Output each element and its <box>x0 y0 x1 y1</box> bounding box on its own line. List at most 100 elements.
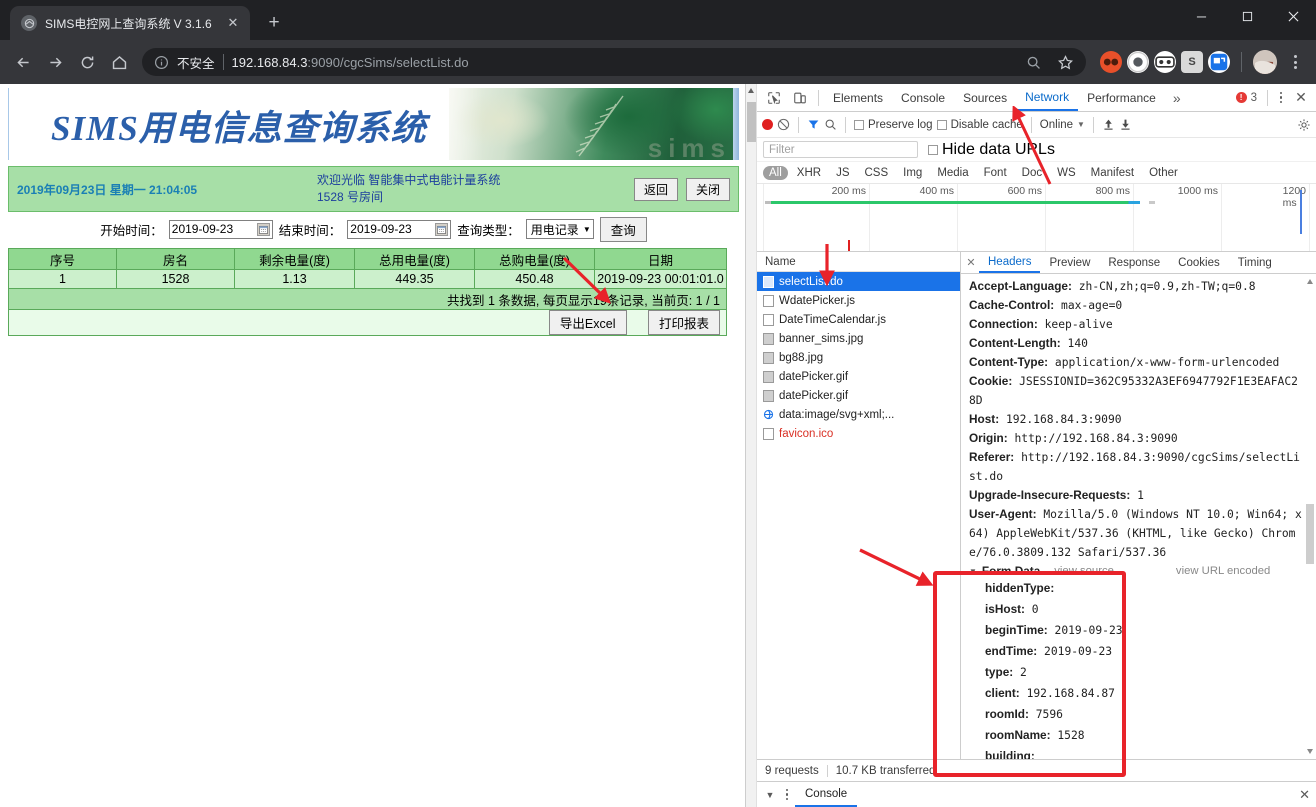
error-badge[interactable]: ! 3 <box>1235 92 1263 104</box>
site-info-icon[interactable] <box>154 55 169 70</box>
scroll-up-icon-detail[interactable] <box>1307 279 1313 284</box>
request-row-bg88[interactable]: bg88.jpg <box>757 348 960 367</box>
tab-response[interactable]: Response <box>1099 252 1169 273</box>
type-filter-other[interactable]: Other <box>1143 166 1184 180</box>
form-data-header[interactable]: ▼ Form Data view source view URL encoded <box>969 564 1302 578</box>
search-requests-icon[interactable] <box>824 118 837 131</box>
detail-scrollbar[interactable] <box>1305 274 1315 759</box>
scroll-thumb-detail[interactable] <box>1306 504 1314 564</box>
request-row-datauri[interactable]: data:image/svg+xml;... <box>757 405 960 424</box>
type-filter-css[interactable]: CSS <box>858 166 894 180</box>
request-row-datepicker-2[interactable]: datePicker.gif <box>757 386 960 405</box>
forward-icon[interactable] <box>40 47 70 77</box>
scroll-thumb[interactable] <box>747 102 756 142</box>
extension-goggles-icon[interactable] <box>1154 51 1176 73</box>
view-url-encoded-link[interactable]: view URL encoded <box>1176 565 1270 577</box>
type-filter-ws[interactable]: WS <box>1051 166 1082 180</box>
tab-title: SIMS电控网上查询系统 V 3.1.6 <box>45 16 212 31</box>
detail-close-icon[interactable]: ✕ <box>963 253 979 273</box>
home-icon[interactable] <box>104 47 134 77</box>
drawer-close-icon[interactable]: ✕ <box>1299 787 1310 803</box>
type-filter-img[interactable]: Img <box>897 166 928 180</box>
query-button[interactable]: 查询 <box>599 216 647 242</box>
filter-input[interactable]: Filter <box>763 141 918 158</box>
clear-icon[interactable] <box>777 118 790 131</box>
query-form: 开始时间： 2019-09-23 结束时间： 2019-09-23 查询类型： … <box>8 212 739 246</box>
export-excel-button[interactable]: 导出Excel <box>548 310 627 335</box>
overview-marker-blue <box>1300 190 1302 234</box>
devtools-close-icon[interactable]: ✕ <box>1290 87 1312 109</box>
tab-preview[interactable]: Preview <box>1040 252 1099 273</box>
extension-s-icon[interactable]: S <box>1181 51 1203 73</box>
preserve-log-checkbox[interactable]: Preserve log <box>854 119 933 131</box>
begin-time-input[interactable]: 2019-09-23 <box>168 219 273 239</box>
type-filter-font[interactable]: Font <box>978 166 1013 180</box>
query-type-select[interactable]: 用电记录 ▼ <box>525 219 594 239</box>
extension-red-icon[interactable] <box>1100 51 1122 73</box>
tab-console[interactable]: Console <box>892 84 954 111</box>
header-value: 140 <box>1067 337 1088 350</box>
new-tab-button[interactable]: + <box>260 9 288 37</box>
inspect-element-icon[interactable] <box>761 86 787 110</box>
device-toolbar-icon[interactable] <box>787 86 813 110</box>
filter-icon[interactable] <box>807 118 820 131</box>
view-source-link[interactable]: view source <box>1054 565 1114 577</box>
maximize-icon[interactable] <box>1224 0 1270 32</box>
calendar-icon[interactable] <box>256 222 270 236</box>
scroll-down-icon-detail[interactable] <box>1307 749 1313 754</box>
drawer-toggle-icon[interactable]: ▼ <box>761 784 779 806</box>
devtools-scrollbar[interactable] <box>746 84 757 807</box>
address-bar[interactable]: 不安全 192.168.84.3:9090/cgcSims/selectList… <box>142 48 1086 76</box>
type-filter-manifest[interactable]: Manifest <box>1085 166 1140 180</box>
type-filter-media[interactable]: Media <box>931 166 974 180</box>
chevron-down-icon-formdata[interactable]: ▼ <box>969 567 977 576</box>
close-window-button[interactable]: 关闭 <box>685 177 730 201</box>
reload-icon[interactable] <box>72 47 102 77</box>
close-icon[interactable] <box>1270 0 1316 32</box>
drawer-menu-icon[interactable] <box>779 784 795 806</box>
back-button[interactable]: 返回 <box>633 177 678 201</box>
type-filter-all[interactable]: All <box>763 165 788 180</box>
tab-timing[interactable]: Timing <box>1229 252 1281 273</box>
tab-headers[interactable]: Headers <box>979 252 1041 273</box>
end-time-input[interactable]: 2019-09-23 <box>347 219 452 239</box>
extension-record-icon[interactable] <box>1127 51 1149 73</box>
record-icon[interactable] <box>762 119 773 130</box>
network-overview[interactable]: 200 ms 400 ms 600 ms 800 ms 1000 ms 1200… <box>757 184 1316 252</box>
tab-network[interactable]: Network <box>1016 84 1079 111</box>
export-har-icon[interactable] <box>1119 118 1132 131</box>
type-filter-doc[interactable]: Doc <box>1016 166 1048 180</box>
devtools-menu-icon[interactable] <box>1272 87 1290 109</box>
request-row-selectlist[interactable]: selectList.do <box>757 272 960 291</box>
calendar-icon-2[interactable] <box>435 222 449 236</box>
bookmark-star-icon[interactable] <box>1050 47 1080 77</box>
browser-tab[interactable]: SIMS电控网上查询系统 V 3.1.6 ✕ <box>10 6 250 40</box>
search-icon[interactable] <box>1018 47 1048 77</box>
minimize-icon[interactable] <box>1178 0 1224 32</box>
disable-cache-checkbox[interactable]: Disable cache <box>936 119 1023 131</box>
tab-sources[interactable]: Sources <box>954 84 1016 111</box>
back-icon[interactable] <box>8 47 38 77</box>
type-filter-xhr[interactable]: XHR <box>791 166 827 180</box>
tab-cookies[interactable]: Cookies <box>1169 252 1229 273</box>
tab-performance[interactable]: Performance <box>1078 84 1165 111</box>
import-har-icon[interactable] <box>1102 118 1115 131</box>
tab-close-icon[interactable]: ✕ <box>224 14 242 32</box>
scroll-up-icon[interactable] <box>748 88 754 93</box>
drawer-tab-console[interactable]: Console <box>795 782 858 807</box>
request-row-wdatepicker[interactable]: WdatePicker.js <box>757 291 960 310</box>
more-tabs-icon[interactable]: » <box>1165 90 1189 106</box>
gear-icon[interactable] <box>1297 118 1311 132</box>
throttle-select[interactable]: Online ▼ <box>1040 119 1085 131</box>
request-row-datepicker-1[interactable]: datePicker.gif <box>757 367 960 386</box>
request-row-banner[interactable]: banner_sims.jpg <box>757 329 960 348</box>
hide-data-urls-checkbox[interactable]: Hide data URLs <box>928 141 1055 159</box>
request-row-favicon[interactable]: favicon.ico <box>757 424 960 443</box>
avatar[interactable] <box>1253 50 1277 74</box>
type-filter-js[interactable]: JS <box>830 166 855 180</box>
request-row-datetimecalendar[interactable]: DateTimeCalendar.js <box>757 310 960 329</box>
tab-elements[interactable]: Elements <box>824 84 892 111</box>
print-report-button[interactable]: 打印报表 <box>647 310 720 335</box>
extension-blue-icon[interactable] <box>1208 51 1230 73</box>
chrome-menu-icon[interactable] <box>1282 47 1308 77</box>
